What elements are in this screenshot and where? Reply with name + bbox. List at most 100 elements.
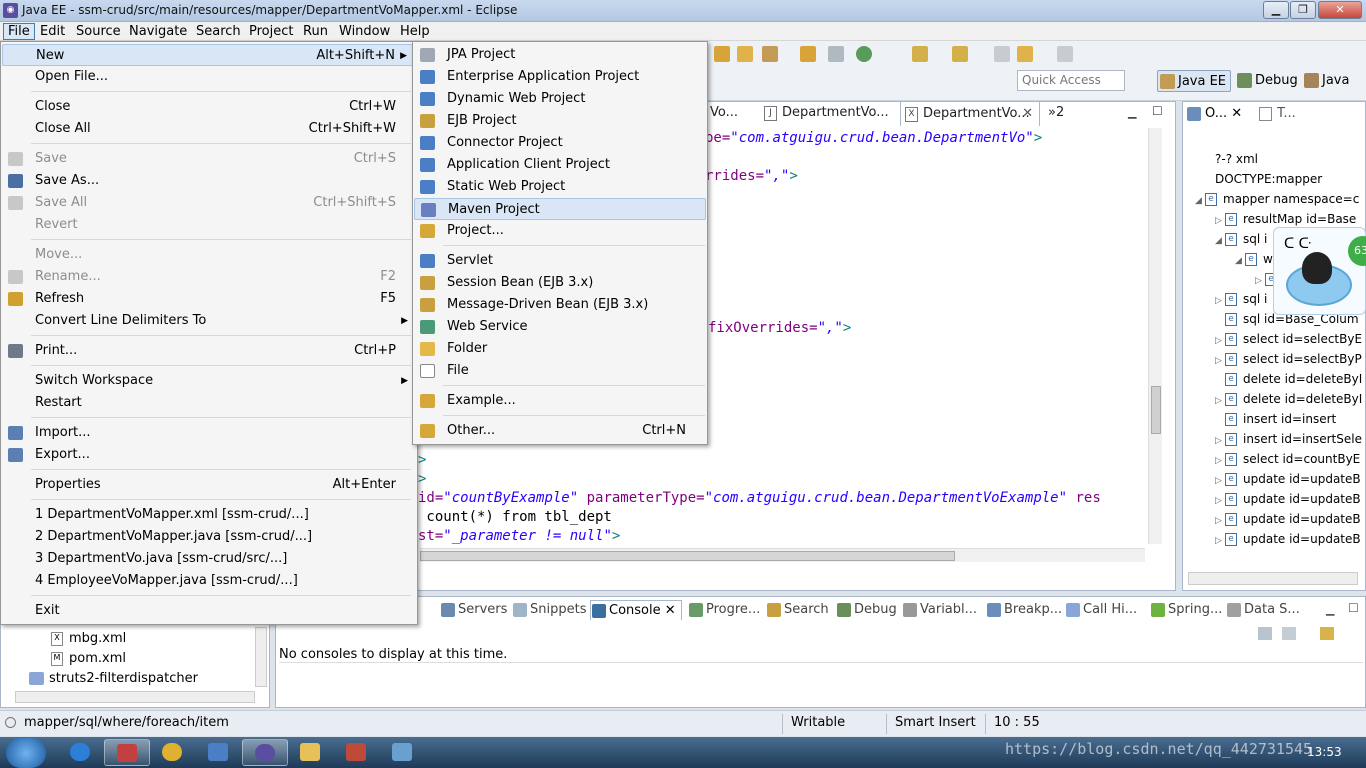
outline-item[interactable]: ◢ e mapper namespace=c (1195, 189, 1359, 209)
forward-icon[interactable] (1057, 46, 1073, 62)
tree-toggle-icon[interactable]: ▷ (1215, 291, 1225, 311)
floating-assistant-widget[interactable]: ᑕ ᑢ 63 (1273, 227, 1366, 315)
outline-tab[interactable]: O... ✕ (1187, 106, 1242, 121)
file-menu-item-2-departmentvomapper-java-ssm-crud[interactable]: 2 DepartmentVoMapper.java [ssm-crud/...] (2, 526, 416, 548)
editor-maximize-icon[interactable]: ☐ (1152, 104, 1163, 118)
file-menu-item-3-departmentvo-java-ssm-crud-src[interactable]: 3 DepartmentVo.java [ssm-crud/src/...] (2, 548, 416, 570)
new-menu-item-dynamic-web-project[interactable]: Dynamic Web Project (414, 88, 706, 110)
quick-access-input[interactable]: Quick Access (1017, 70, 1125, 91)
outline-item[interactable]: ▷ e select id=selectByP (1215, 349, 1362, 369)
new-menu-item-enterprise-application-project[interactable]: Enterprise Application Project (414, 66, 706, 88)
scroll-thumb[interactable] (1151, 386, 1161, 434)
new-menu-item-servlet[interactable]: Servlet (414, 250, 706, 272)
new-menu-item-static-web-project[interactable]: Static Web Project (414, 176, 706, 198)
outline-item[interactable]: ▷ e select id=countByE (1215, 449, 1360, 469)
editor-horizontal-scrollbar[interactable] (420, 548, 1145, 562)
bottom-tab-call-hi[interactable]: Call Hi... (1065, 600, 1145, 620)
menu-window[interactable]: Window (335, 23, 394, 40)
tree-toggle-icon[interactable]: ▷ (1215, 331, 1225, 351)
pin-console-icon[interactable] (1282, 627, 1296, 640)
explorer-scrollbar[interactable] (255, 627, 267, 687)
bottom-tab-variabl[interactable]: Variabl... (902, 600, 980, 620)
new-menu-item-message-driven-bean-ejb-3-x[interactable]: Message-Driven Bean (EJB 3.x) (414, 294, 706, 316)
perspective-java[interactable]: Java (1302, 70, 1358, 92)
file-menu-item-switch-workspace[interactable]: Switch Workspace ▶ (2, 370, 416, 392)
file-menu-item-close[interactable]: Close Ctrl+W (2, 96, 416, 118)
last-edit-icon[interactable] (994, 46, 1010, 62)
new-menu-item-application-client-project[interactable]: Application Client Project (414, 154, 706, 176)
file-menu-item-open-file[interactable]: Open File... (2, 66, 416, 88)
file-menu-item-properties[interactable]: Properties Alt+Enter (2, 474, 416, 496)
taskbar-app-2[interactable] (196, 739, 242, 766)
bottom-tab-breakp[interactable]: Breakp... (986, 600, 1062, 620)
new-menu-item-jpa-project[interactable]: JPA Project (414, 44, 706, 66)
globe-icon[interactable] (856, 46, 872, 62)
tree-toggle-icon[interactable]: ◢ (1215, 231, 1225, 251)
menu-search[interactable]: Search (192, 23, 245, 40)
new-menu-item-project[interactable]: Project... (414, 220, 706, 242)
tree-toggle-icon[interactable]: ▷ (1215, 491, 1225, 511)
clock[interactable]: 13:53 (1307, 745, 1342, 759)
open-resource-icon[interactable] (800, 46, 816, 62)
start-button-icon[interactable] (6, 738, 46, 768)
editor-vertical-scrollbar[interactable] (1148, 128, 1162, 544)
new-menu-item-ejb-project[interactable]: EJB Project (414, 110, 706, 132)
file-menu-item-restart[interactable]: Restart (2, 392, 416, 414)
bottom-tab-search[interactable]: Search (766, 600, 830, 620)
open-type-icon[interactable] (714, 46, 730, 62)
outline-item[interactable]: ▷ e update id=updateB (1215, 469, 1361, 489)
tree-toggle-icon[interactable]: ▷ (1215, 511, 1225, 531)
taskbar-ie[interactable] (58, 739, 104, 766)
editor-tab-2[interactable]: J DepartmentVo... (760, 101, 896, 126)
tree-toggle-icon[interactable]: ▷ (1255, 271, 1265, 291)
tools-icon[interactable] (762, 46, 778, 62)
prev-annotation-icon[interactable] (952, 46, 968, 62)
tree-toggle-icon[interactable]: ▷ (1215, 391, 1225, 411)
file-menu-item-refresh[interactable]: Refresh F5 (2, 288, 416, 310)
taskbar-explorer[interactable] (288, 739, 334, 766)
file-menu-item-export[interactable]: Export... (2, 444, 416, 466)
panel-maximize-icon[interactable]: ☐ (1348, 601, 1359, 615)
outline-item[interactable]: ▷ e sql i (1215, 289, 1267, 309)
menu-source[interactable]: Source (72, 23, 125, 40)
outline-item[interactable]: ▷ e update id=updateB (1215, 529, 1361, 549)
new-menu-item-file[interactable]: File (414, 360, 706, 382)
new-menu-item-other[interactable]: Other... Ctrl+N (414, 420, 706, 442)
taskbar-app-3[interactable] (334, 739, 380, 766)
taskbar-chrome[interactable] (150, 739, 196, 766)
tree-toggle-icon[interactable]: ▷ (1215, 351, 1225, 371)
panel-minimize-icon[interactable]: ▁ (1326, 603, 1334, 616)
file-menu-item-1-departmentvomapper-xml-ssm-crud[interactable]: 1 DepartmentVoMapper.xml [ssm-crud/...] (2, 504, 416, 526)
file-menu-item-print[interactable]: Print... Ctrl+P (2, 340, 416, 362)
tree-toggle-icon[interactable]: ▷ (1215, 431, 1225, 451)
new-menu-item-web-service[interactable]: Web Service (414, 316, 706, 338)
menu-edit[interactable]: Edit (36, 23, 69, 40)
more-tabs-button[interactable]: »2 (1042, 101, 1072, 126)
file-menu-item-convert-line-delimiters-to[interactable]: Convert Line Delimiters To ▶ (2, 310, 416, 332)
menu-project[interactable]: Project (245, 23, 297, 40)
new-menu-item-connector-project[interactable]: Connector Project (414, 132, 706, 154)
maximize-button[interactable]: ❐ (1290, 1, 1316, 19)
editor-minimize-icon[interactable]: ▁ (1128, 106, 1136, 119)
outline-item[interactable]: ▷ e delete id=deleteByI (1215, 389, 1362, 409)
outline-item[interactable]: ◢ e sql i (1215, 229, 1267, 249)
bottom-tab-snippets[interactable]: Snippets (512, 600, 586, 620)
minimize-button[interactable]: ▁ (1263, 1, 1289, 19)
bottom-tab-data-s[interactable]: Data S... (1226, 600, 1300, 620)
tree-toggle-icon[interactable]: ◢ (1235, 251, 1245, 271)
menu-run[interactable]: Run (299, 23, 332, 40)
outline-item[interactable]: ▷ e insert id=insertSele (1215, 429, 1362, 449)
open-folder-icon[interactable] (737, 46, 753, 62)
back-icon[interactable] (1017, 46, 1033, 62)
taskbar-app-1[interactable] (104, 739, 150, 766)
tree-toggle-icon[interactable]: ◢ (1195, 191, 1205, 211)
next-annotation-icon[interactable] (912, 46, 928, 62)
new-menu-item-session-bean-ejb-3-x[interactable]: Session Bean (EJB 3.x) (414, 272, 706, 294)
hscroll-thumb[interactable] (420, 551, 955, 561)
file-menu-item-4-employeevomapper-java-ssm-crud[interactable]: 4 EmployeeVoMapper.java [ssm-crud/...] (2, 570, 416, 592)
bottom-tab-console[interactable]: Console ✕ (590, 600, 682, 620)
tree-toggle-icon[interactable]: ▷ (1215, 531, 1225, 551)
outline-item[interactable]: ▷ e update id=updateB (1215, 489, 1361, 509)
taskbar-eclipse[interactable] (242, 739, 288, 766)
close-window-button[interactable]: ✕ (1318, 1, 1362, 19)
